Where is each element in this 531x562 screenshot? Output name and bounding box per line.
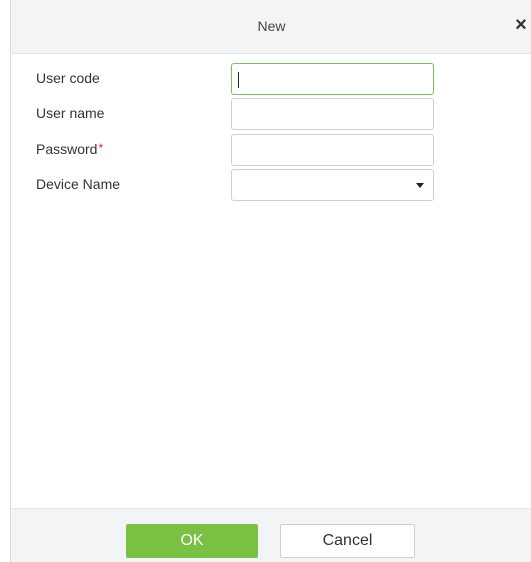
- cancel-button[interactable]: Cancel: [280, 524, 415, 558]
- password-label: Password*: [36, 141, 103, 157]
- dialog-titlebar: New ×: [11, 0, 531, 54]
- user-name-label: User name: [36, 105, 105, 121]
- user-name-input[interactable]: [231, 98, 434, 130]
- password-input[interactable]: [231, 134, 434, 166]
- close-icon[interactable]: ×: [512, 14, 530, 36]
- caret-down-icon[interactable]: [416, 183, 424, 188]
- text-caret: [238, 72, 239, 88]
- user-code-input[interactable]: [231, 63, 434, 95]
- password-row: Password*: [11, 134, 531, 166]
- user-code-row: User code: [11, 63, 531, 95]
- user-code-label: User code: [36, 70, 100, 86]
- required-mark: *: [98, 141, 104, 155]
- dialog-footer: OK Cancel: [11, 508, 531, 562]
- new-dialog: New × User code User name Password* Devi…: [10, 0, 531, 562]
- device-name-select[interactable]: [231, 169, 434, 201]
- user-name-row: User name: [11, 98, 531, 130]
- device-name-row: Device Name: [11, 169, 531, 201]
- device-name-label: Device Name: [36, 176, 121, 192]
- dialog-title: New: [257, 18, 286, 34]
- ok-button[interactable]: OK: [126, 524, 258, 558]
- password-label-text: Password: [36, 141, 98, 157]
